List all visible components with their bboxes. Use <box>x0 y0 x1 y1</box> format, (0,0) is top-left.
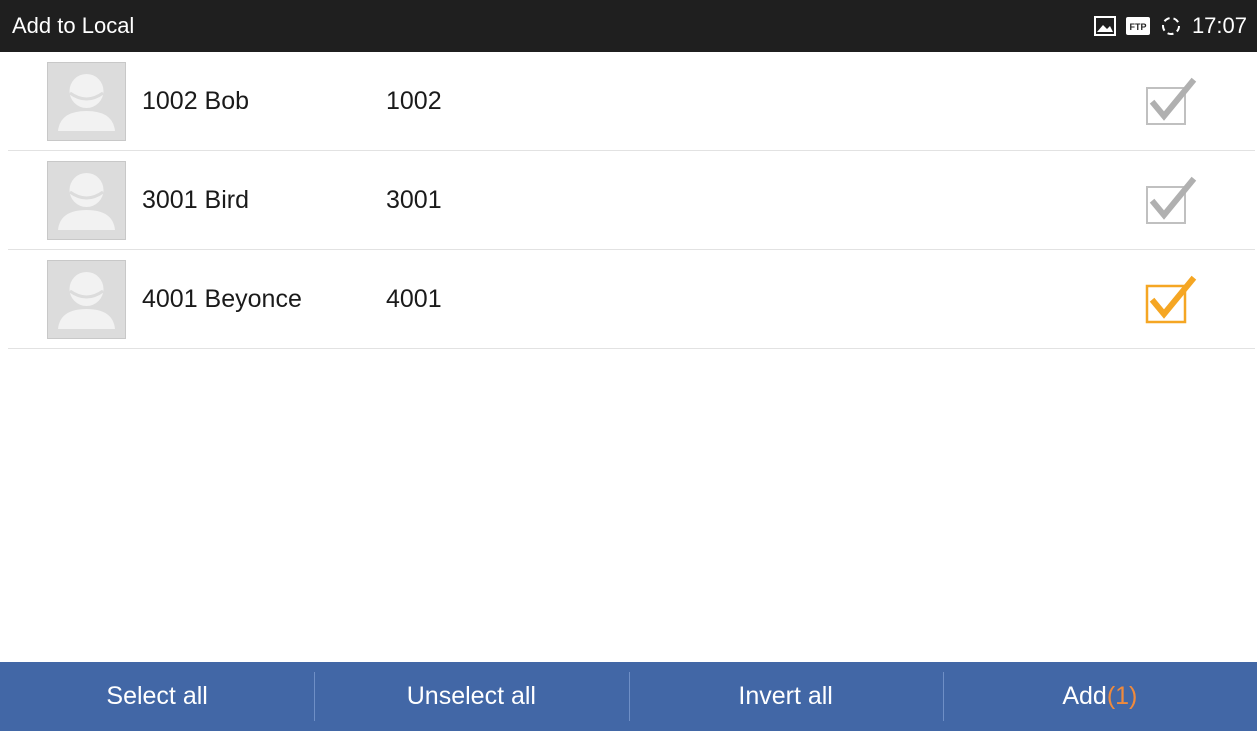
avatar <box>47 62 126 141</box>
unselect-all-label: Unselect all <box>406 682 536 710</box>
page-title: Add to Local <box>12 13 135 38</box>
sync-icon <box>1160 15 1182 37</box>
list-item[interactable]: 1002 Bob 1002 <box>8 52 1255 151</box>
status-bar: Add to Local FTP 17:07 <box>0 0 1257 52</box>
avatar <box>47 161 126 240</box>
contact-number: 1002 <box>386 87 442 115</box>
contact-name: 4001 Beyonce <box>142 285 302 313</box>
status-icons: FTP 17:07 <box>1093 13 1247 39</box>
add-label: Add <box>1062 682 1107 710</box>
contact-name: 1002 Bob <box>142 87 250 115</box>
list-item[interactable]: 3001 Bird 3001 <box>8 151 1255 250</box>
add-count-badge: (1) <box>1106 682 1138 710</box>
checkbox-unchecked[interactable] <box>1144 175 1198 229</box>
select-all-button[interactable]: Select all <box>0 662 314 731</box>
picture-icon <box>1093 16 1116 36</box>
select-all-label: Select all <box>106 682 208 710</box>
add-button[interactable]: Add (1) <box>942 662 1257 731</box>
checkbox-checked[interactable] <box>1144 274 1198 328</box>
contact-number: 3001 <box>386 186 442 214</box>
contact-list: 1002 Bob 1002 3001 Bird 3001 4001 Beyonc… <box>0 52 1257 349</box>
clock-time: 17:07 <box>1191 13 1247 38</box>
contact-number: 4001 <box>386 285 442 313</box>
checkbox-unchecked[interactable] <box>1144 76 1198 130</box>
bottom-action-bar: Select all Unselect all Invert all Add (1… <box>0 662 1257 731</box>
avatar <box>47 260 126 339</box>
invert-all-label: Invert all <box>738 682 833 710</box>
unselect-all-button[interactable]: Unselect all <box>314 662 628 731</box>
list-item[interactable]: 4001 Beyonce 4001 <box>8 250 1255 349</box>
svg-text:FTP: FTP <box>1129 22 1146 32</box>
ftp-icon: FTP <box>1125 17 1150 35</box>
contact-name: 3001 Bird <box>142 186 250 214</box>
invert-all-button[interactable]: Invert all <box>628 662 943 731</box>
